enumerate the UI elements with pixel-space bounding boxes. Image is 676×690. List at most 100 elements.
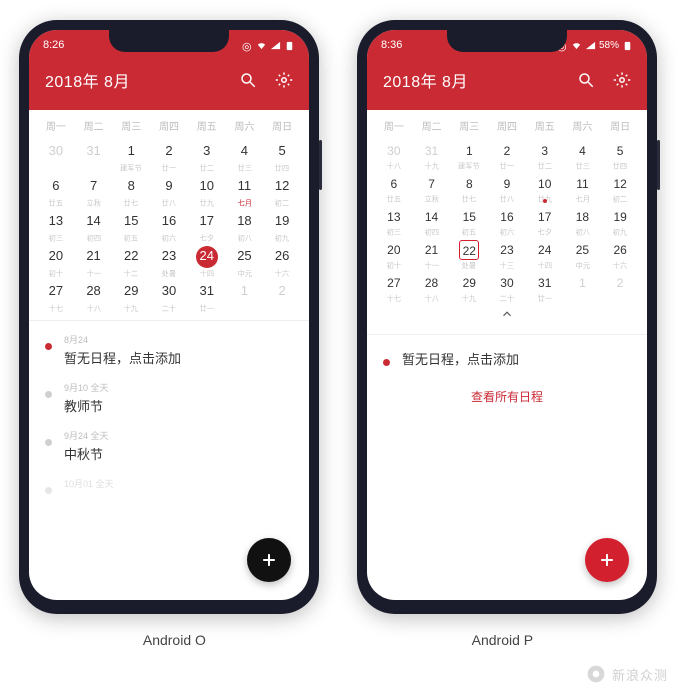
calendar-day[interactable]: 2廿一	[150, 139, 188, 174]
list-item[interactable]: 10月01 全天	[29, 469, 309, 500]
status-bar: 8:26 ◎	[29, 34, 309, 56]
calendar-day[interactable]: 7立秋	[75, 174, 113, 209]
calendar-day[interactable]: 24十四	[526, 238, 564, 271]
search-icon[interactable]	[577, 71, 595, 89]
calendar-day[interactable]: 8廿七	[112, 174, 150, 209]
list-item[interactable]: 9月24 全天 中秋节	[29, 421, 309, 469]
page-title[interactable]: 2018年 8月	[383, 68, 468, 92]
dow-label: 周日	[601, 114, 639, 139]
calendar-day[interactable]: 30二十	[150, 279, 188, 314]
calendar-day[interactable]: 31	[75, 139, 113, 174]
calendar-day[interactable]: 1	[226, 279, 264, 314]
calendar-day[interactable]: 1	[564, 271, 602, 304]
collapse-handle[interactable]	[375, 304, 639, 328]
bullet-icon	[45, 487, 52, 494]
calendar-day[interactable]: 19初九	[263, 209, 301, 244]
calendar-day[interactable]: 2	[601, 271, 639, 304]
calendar-day[interactable]: 5廿四	[263, 139, 301, 174]
calendar-grid[interactable]: 周一 周二 周三 周四 周五 周六 周日 30 31 1建军节2廿一3廿二4廿三…	[29, 110, 309, 316]
calendar-day[interactable]: 29十九	[112, 279, 150, 314]
calendar-day[interactable]: 4廿三	[226, 139, 264, 174]
sina-logo-icon	[586, 664, 606, 684]
calendar-day[interactable]: 18初八	[226, 209, 264, 244]
calendar-day[interactable]: 17七夕	[526, 205, 564, 238]
calendar-day[interactable]: 28十八	[75, 279, 113, 314]
dow-label: 周二	[413, 114, 451, 139]
calendar-day[interactable]: 6廿五	[37, 174, 75, 209]
calendar-day[interactable]: 8廿七	[450, 172, 488, 205]
calendar-day[interactable]: 25中元	[564, 238, 602, 271]
calendar-day[interactable]: 21十一	[413, 238, 451, 271]
add-event-button[interactable]	[585, 538, 629, 582]
calendar-day[interactable]: 5廿四	[601, 139, 639, 172]
calendar-day[interactable]: 27十七	[375, 271, 413, 304]
calendar-day[interactable]: 23处暑	[150, 244, 188, 279]
bullet-icon	[45, 391, 52, 398]
calendar-day[interactable]: 14初四	[413, 205, 451, 238]
calendar-day[interactable]: 2	[263, 279, 301, 314]
calendar-day[interactable]: 17七夕	[188, 209, 226, 244]
calendar-day[interactable]: 9廿八	[150, 174, 188, 209]
list-item[interactable]: 暂无日程，点击添加	[367, 339, 647, 378]
calendar-day[interactable]: 31廿一	[188, 279, 226, 314]
calendar-day[interactable]: 12初二	[601, 172, 639, 205]
add-event-button[interactable]	[247, 538, 291, 582]
dow-label: 周六	[564, 114, 602, 139]
calendar-day[interactable]: 30十八	[375, 139, 413, 172]
calendar-day[interactable]: 20初十	[37, 244, 75, 279]
calendar-day[interactable]: 16初六	[488, 205, 526, 238]
calendar-day[interactable]: 26十六	[601, 238, 639, 271]
bullet-icon	[383, 359, 390, 366]
calendar-day[interactable]: 13初三	[37, 209, 75, 244]
list-item[interactable]: 8月24 暂无日程，点击添加	[29, 325, 309, 373]
plus-icon	[259, 550, 279, 570]
calendar-day[interactable]: 24十四	[188, 244, 226, 279]
calendar-day[interactable]: 15初五	[112, 209, 150, 244]
calendar-day[interactable]: 14初四	[75, 209, 113, 244]
gear-icon[interactable]	[275, 71, 293, 89]
calendar-day[interactable]: 12初二	[263, 174, 301, 209]
calendar-day[interactable]: 29十九	[450, 271, 488, 304]
calendar-day[interactable]: 19初九	[601, 205, 639, 238]
calendar-day[interactable]: 3廿二	[526, 139, 564, 172]
calendar-day[interactable]: 4廿三	[564, 139, 602, 172]
calendar-day[interactable]: 31十九	[413, 139, 451, 172]
calendar-day[interactable]: 15初五	[450, 205, 488, 238]
calendar-day[interactable]: 31廿一	[526, 271, 564, 304]
search-icon[interactable]	[239, 71, 257, 89]
nfc-icon: ◎	[242, 40, 253, 51]
calendar-day[interactable]: 2廿一	[488, 139, 526, 172]
calendar-day[interactable]: 6廿五	[375, 172, 413, 205]
calendar-day[interactable]: 28十八	[413, 271, 451, 304]
calendar-day[interactable]: 30	[37, 139, 75, 174]
calendar-day[interactable]: 30二十	[488, 271, 526, 304]
calendar-day[interactable]: 22处暑	[450, 238, 488, 271]
calendar-day[interactable]: 7立秋	[413, 172, 451, 205]
phone-android-p: 8:36 ◎ 58% 2018年 8月	[357, 20, 657, 614]
calendar-day[interactable]: 25中元	[226, 244, 264, 279]
calendar-day[interactable]: 20初十	[375, 238, 413, 271]
calendar-day[interactable]: 27十七	[37, 279, 75, 314]
calendar-day[interactable]: 1建军节	[450, 139, 488, 172]
calendar-day[interactable]: 26十六	[263, 244, 301, 279]
calendar-day[interactable]: 23十三	[488, 238, 526, 271]
dow-label: 周三	[450, 114, 488, 139]
calendar-day[interactable]: 13初三	[375, 205, 413, 238]
calendar-grid[interactable]: 周一 周二 周三 周四 周五 周六 周日 30十八31十九1建军节2廿一3廿二4…	[367, 110, 647, 330]
calendar-day[interactable]: 1建军节	[112, 139, 150, 174]
calendar-day[interactable]: 21十一	[75, 244, 113, 279]
view-all-link[interactable]: 查看所有日程	[367, 378, 647, 415]
calendar-day[interactable]: 11七月	[226, 174, 264, 209]
calendar-day[interactable]: 9廿八	[488, 172, 526, 205]
calendar-day[interactable]: 18初八	[564, 205, 602, 238]
calendar-day[interactable]: 10廿九	[526, 172, 564, 205]
calendar-day[interactable]: 3廿二	[188, 139, 226, 174]
calendar-day[interactable]: 11七月	[564, 172, 602, 205]
calendar-day[interactable]: 10廿九	[188, 174, 226, 209]
page-title[interactable]: 2018年 8月	[45, 68, 130, 92]
watermark: 新浪众测	[586, 664, 668, 684]
calendar-day[interactable]: 16初六	[150, 209, 188, 244]
list-item[interactable]: 9月10 全天 教师节	[29, 373, 309, 421]
calendar-day[interactable]: 22十二	[112, 244, 150, 279]
gear-icon[interactable]	[613, 71, 631, 89]
